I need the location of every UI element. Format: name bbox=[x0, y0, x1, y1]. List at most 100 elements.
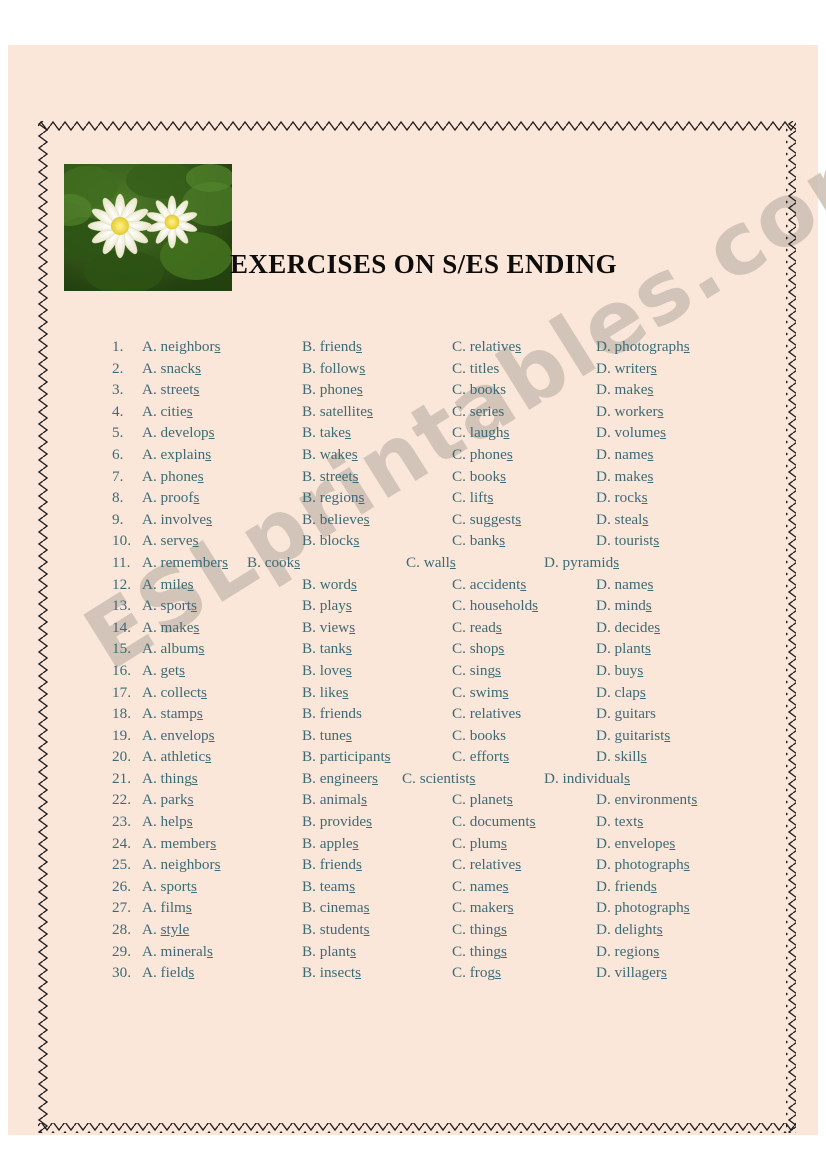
option-a[interactable]: A. things bbox=[142, 768, 198, 790]
option-c[interactable]: C. phones bbox=[452, 444, 513, 466]
option-a[interactable]: A. parks bbox=[142, 789, 193, 811]
option-b[interactable]: B. plants bbox=[302, 941, 356, 963]
option-a[interactable]: A. stamps bbox=[142, 703, 203, 725]
option-b[interactable]: B. blocks bbox=[302, 530, 359, 552]
option-a[interactable]: A. neighbors bbox=[142, 854, 220, 876]
option-b[interactable]: B. views bbox=[302, 617, 355, 639]
option-a[interactable]: A. streets bbox=[142, 379, 199, 401]
option-d[interactable]: D. names bbox=[596, 444, 653, 466]
option-c[interactable]: C. books bbox=[452, 379, 506, 401]
option-a[interactable]: A. snacks bbox=[142, 358, 201, 380]
option-c[interactable]: C. things bbox=[452, 941, 507, 963]
option-b[interactable]: B. believes bbox=[302, 509, 370, 531]
option-c[interactable]: C. planets bbox=[452, 789, 513, 811]
option-c[interactable]: C. names bbox=[452, 876, 509, 898]
option-b[interactable]: B. tunes bbox=[302, 725, 352, 747]
option-b[interactable]: B. follows bbox=[302, 358, 365, 380]
option-b[interactable]: B. provides bbox=[302, 811, 372, 833]
option-b[interactable]: B. friends bbox=[302, 703, 362, 725]
option-a[interactable]: A. phones bbox=[142, 466, 204, 488]
option-d[interactable]: D. steals bbox=[596, 509, 648, 531]
option-a[interactable]: A. members bbox=[142, 833, 216, 855]
option-a[interactable]: A. films bbox=[142, 897, 192, 919]
option-d[interactable]: D. skills bbox=[596, 746, 647, 768]
option-d[interactable]: D. volumes bbox=[596, 422, 666, 444]
option-d[interactable]: D. photographs bbox=[596, 336, 690, 358]
option-b[interactable]: B. friends bbox=[302, 854, 362, 876]
option-c[interactable]: C. efforts bbox=[452, 746, 509, 768]
option-c[interactable]: C. swims bbox=[452, 682, 509, 704]
option-a[interactable]: A. proofs bbox=[142, 487, 199, 509]
option-c[interactable]: C. titles bbox=[452, 358, 499, 380]
option-d[interactable]: D. guitars bbox=[596, 703, 656, 725]
option-c[interactable]: C. relatives bbox=[452, 336, 521, 358]
option-a[interactable]: A. gets bbox=[142, 660, 185, 682]
option-a[interactable]: A. remembers bbox=[142, 552, 228, 574]
option-c[interactable]: C. frogs bbox=[452, 962, 501, 984]
option-c[interactable]: C. things bbox=[452, 919, 507, 941]
option-d[interactable]: D. rocks bbox=[596, 487, 647, 509]
option-c[interactable]: C. suggests bbox=[452, 509, 521, 531]
option-a[interactable]: A. involves bbox=[142, 509, 212, 531]
option-d[interactable]: D. tourists bbox=[596, 530, 659, 552]
option-c[interactable]: C. banks bbox=[452, 530, 505, 552]
option-d[interactable]: D. photographs bbox=[596, 854, 690, 876]
option-c[interactable]: C. accidents bbox=[452, 574, 526, 596]
option-b[interactable]: B. engineers bbox=[302, 768, 378, 790]
option-c[interactable]: C. reads bbox=[452, 617, 502, 639]
option-c[interactable]: C. books bbox=[452, 725, 506, 747]
option-a[interactable]: A. minerals bbox=[142, 941, 213, 963]
option-c[interactable]: C. lifts bbox=[452, 487, 493, 509]
option-b[interactable]: B. tanks bbox=[302, 638, 352, 660]
option-d[interactable]: D. buys bbox=[596, 660, 643, 682]
option-a[interactable]: A. makes bbox=[142, 617, 199, 639]
option-a[interactable]: A. cities bbox=[142, 401, 193, 423]
option-d[interactable]: D. delights bbox=[596, 919, 663, 941]
option-b[interactable]: B. plays bbox=[302, 595, 352, 617]
option-d[interactable]: D. texts bbox=[596, 811, 643, 833]
option-a[interactable]: A. fields bbox=[142, 962, 194, 984]
option-b[interactable]: B. regions bbox=[302, 487, 364, 509]
option-b[interactable]: B. likes bbox=[302, 682, 348, 704]
option-a[interactable]: A. helps bbox=[142, 811, 193, 833]
option-c[interactable]: C. shops bbox=[452, 638, 504, 660]
option-c[interactable]: C. households bbox=[452, 595, 538, 617]
option-a[interactable]: A. envelops bbox=[142, 725, 215, 747]
option-d[interactable]: D. pyramids bbox=[544, 552, 619, 574]
option-b[interactable]: B. students bbox=[302, 919, 370, 941]
option-d[interactable]: D. photographs bbox=[596, 897, 690, 919]
option-a[interactable]: A. sports bbox=[142, 595, 197, 617]
option-c[interactable]: C. makers bbox=[452, 897, 514, 919]
option-d[interactable]: D. guitarists bbox=[596, 725, 670, 747]
option-c[interactable]: C. series bbox=[452, 401, 504, 423]
option-a[interactable]: A. explains bbox=[142, 444, 211, 466]
option-d[interactable]: D. names bbox=[596, 574, 653, 596]
option-b[interactable]: B. friends bbox=[302, 336, 362, 358]
option-b[interactable]: B. participants bbox=[302, 746, 391, 768]
option-b[interactable]: B. streets bbox=[302, 466, 359, 488]
option-d[interactable]: D. makes bbox=[596, 379, 653, 401]
option-d[interactable]: D. envelopes bbox=[596, 833, 675, 855]
option-d[interactable]: D. villagers bbox=[596, 962, 667, 984]
option-c[interactable]: C. sings bbox=[452, 660, 501, 682]
option-d[interactable]: D. minds bbox=[596, 595, 652, 617]
option-b[interactable]: B. insects bbox=[302, 962, 361, 984]
option-d[interactable]: D. regions bbox=[596, 941, 659, 963]
option-c[interactable]: C. laughs bbox=[452, 422, 509, 444]
option-d[interactable]: D. makes bbox=[596, 466, 653, 488]
option-b[interactable]: B. cooks bbox=[247, 552, 300, 574]
option-c[interactable]: C. relatives bbox=[452, 703, 521, 725]
option-b[interactable]: B. words bbox=[302, 574, 357, 596]
option-c[interactable]: C. plums bbox=[452, 833, 507, 855]
option-b[interactable]: B. teams bbox=[302, 876, 355, 898]
option-b[interactable]: B. loves bbox=[302, 660, 352, 682]
option-d[interactable]: D. claps bbox=[596, 682, 646, 704]
option-a[interactable]: A. serves bbox=[142, 530, 199, 552]
option-d[interactable]: D. workers bbox=[596, 401, 664, 423]
option-b[interactable]: B. phones bbox=[302, 379, 363, 401]
option-b[interactable]: B. animals bbox=[302, 789, 367, 811]
option-d[interactable]: D. individuals bbox=[544, 768, 630, 790]
option-c[interactable]: C. documents bbox=[452, 811, 536, 833]
option-b[interactable]: B. takes bbox=[302, 422, 351, 444]
option-d[interactable]: D. friends bbox=[596, 876, 657, 898]
